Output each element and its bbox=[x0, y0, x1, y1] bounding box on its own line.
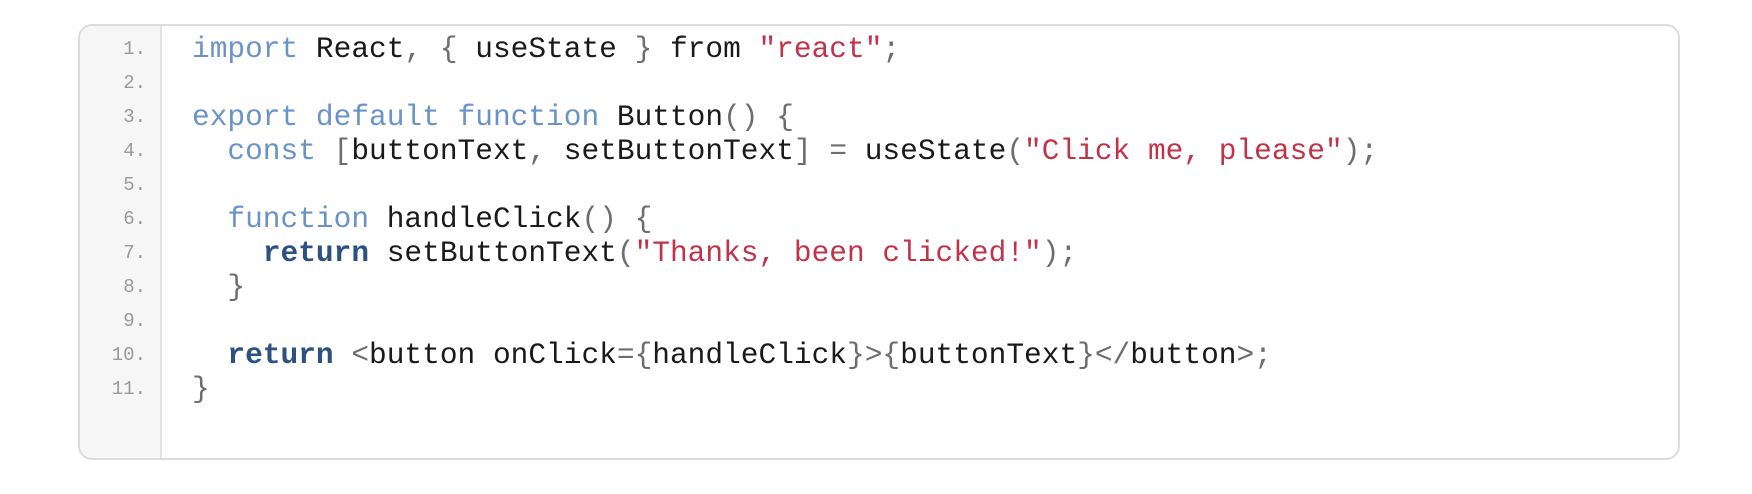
code-line: function handleClick() { bbox=[192, 200, 652, 238]
code-token: < bbox=[351, 338, 370, 372]
code-line: import React, { useState } from "react"; bbox=[192, 30, 900, 68]
code-token: "react" bbox=[758, 32, 883, 66]
code-token: setButtonText bbox=[546, 134, 794, 168]
code-token: export bbox=[192, 100, 299, 134]
code-token: } bbox=[227, 270, 246, 304]
line-number: 3. bbox=[123, 106, 146, 128]
code-token: ] bbox=[793, 134, 812, 168]
line-number: 7. bbox=[123, 242, 146, 264]
code-token: ( bbox=[616, 236, 635, 270]
code-block: 1. 2. 3. 4. 5. 6. 7. 8. 9. 10. 11. import React, {… bbox=[78, 24, 1680, 460]
line-number: 8. bbox=[123, 276, 146, 298]
code-line: } bbox=[192, 370, 210, 408]
code-token: "Thanks, been clicked!" bbox=[634, 236, 1042, 270]
code-token: } bbox=[192, 372, 210, 406]
code-token: handleClick bbox=[369, 202, 582, 236]
code-line: const [buttonText, setButtonText] = useS… bbox=[192, 132, 1378, 170]
code-token: function bbox=[227, 202, 370, 236]
code-token: () bbox=[581, 202, 617, 236]
code-token: , bbox=[528, 134, 547, 168]
code-token: ); bbox=[1041, 236, 1078, 270]
line-number: 1. bbox=[123, 38, 146, 60]
code-token: from bbox=[652, 32, 759, 66]
line-number: 6. bbox=[123, 208, 146, 230]
code-token: React bbox=[298, 32, 405, 66]
code-token: }</ bbox=[1077, 338, 1131, 372]
line-number: 11. bbox=[111, 378, 146, 400]
code-token: ={ bbox=[616, 338, 653, 372]
code-token: import bbox=[192, 32, 299, 66]
line-number: 10. bbox=[111, 344, 146, 366]
code-token: const bbox=[227, 134, 316, 168]
code-token: function bbox=[457, 100, 600, 134]
code-token: = bbox=[829, 134, 848, 168]
line-number-gutter: 1. 2. 3. 4. 5. 6. 7. 8. 9. 10. 11. bbox=[80, 26, 162, 458]
code-token: return bbox=[227, 338, 334, 372]
code-token: button bbox=[1130, 338, 1237, 372]
code-token: button onClick bbox=[369, 338, 617, 372]
code-token: buttonText bbox=[351, 134, 529, 168]
code-token: "Click me, please" bbox=[1024, 134, 1343, 168]
line-number: 2. bbox=[123, 72, 146, 94]
line-number: 5. bbox=[123, 174, 146, 196]
code-token: }>{ bbox=[847, 338, 901, 372]
code-token: ( bbox=[1006, 134, 1025, 168]
code-token: default bbox=[315, 100, 440, 134]
code-token: { bbox=[634, 202, 653, 236]
code-token: >; bbox=[1236, 338, 1272, 372]
code-token: ; bbox=[882, 32, 901, 66]
code-token: handleClick bbox=[652, 338, 848, 372]
code-token: () bbox=[723, 100, 759, 134]
code-token: [ bbox=[333, 134, 352, 168]
code-token: setButtonText bbox=[369, 236, 617, 270]
line-number: 9. bbox=[123, 310, 146, 332]
line-number: 4. bbox=[123, 140, 146, 162]
code-token: buttonText bbox=[900, 338, 1078, 372]
code-line: } bbox=[192, 268, 245, 306]
code-token: , bbox=[404, 32, 423, 66]
code-token: useState bbox=[457, 32, 635, 66]
code-token: useState bbox=[847, 134, 1007, 168]
code-token: return bbox=[262, 236, 370, 270]
code-token: ); bbox=[1342, 134, 1379, 168]
code-token: { bbox=[439, 32, 458, 66]
code-line: return setButtonText("Thanks, been click… bbox=[192, 234, 1077, 272]
code-token: { bbox=[776, 100, 794, 134]
code-line: export default function Button() { bbox=[192, 98, 794, 136]
code-line: return <button onClick={handleClick}>{bu… bbox=[192, 336, 1272, 374]
code-token: } bbox=[634, 32, 653, 66]
code-token: Button bbox=[599, 100, 724, 134]
